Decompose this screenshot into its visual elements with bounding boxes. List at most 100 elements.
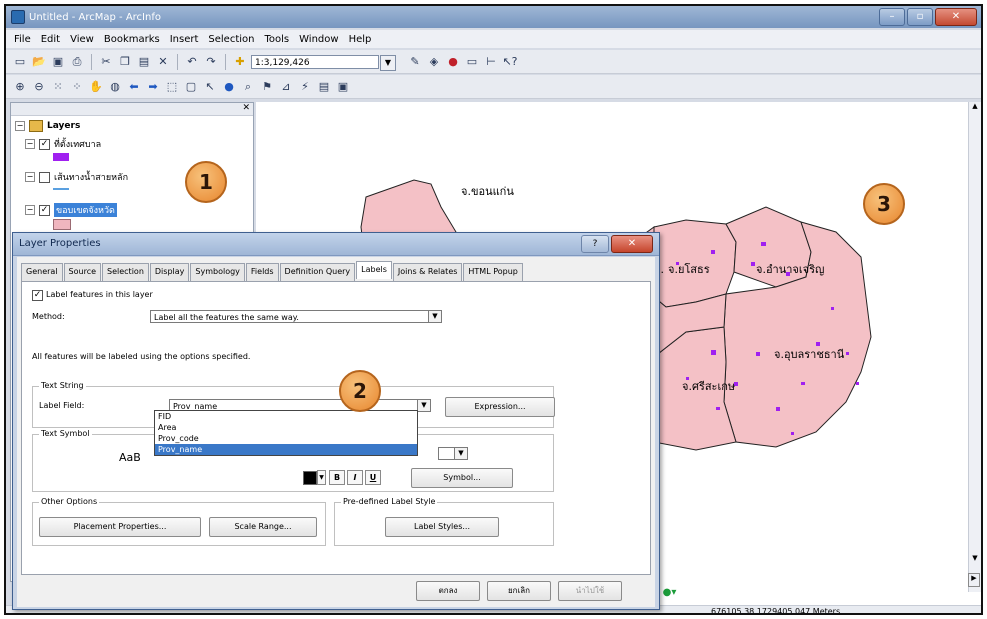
layer-visibility-checkbox[interactable]: ✓	[39, 204, 50, 216]
label-field-dropdown-icon[interactable]: ▼	[417, 400, 430, 411]
forward-icon[interactable]: ➡	[145, 79, 161, 95]
bold-button[interactable]: B	[329, 470, 345, 485]
expression-button[interactable]: Expression...	[445, 397, 555, 417]
delete-icon[interactable]: ✕	[155, 54, 171, 70]
method-dropdown-icon[interactable]: ▼	[428, 311, 441, 322]
field-option-area[interactable]: Area	[155, 422, 417, 433]
dialog-help-button[interactable]: ?	[581, 235, 609, 253]
map-scale-input[interactable]: 1:3,129,426 ▼	[251, 54, 396, 71]
minimize-button[interactable]: –	[879, 8, 905, 26]
menu-view[interactable]: View	[68, 34, 96, 45]
layer-visibility-checkbox[interactable]: ✓	[39, 138, 50, 150]
select-features-icon[interactable]: ⬚	[164, 79, 180, 95]
tab-source[interactable]: Source	[63, 263, 102, 281]
measure-icon[interactable]: ⊿	[278, 79, 294, 95]
menu-tools[interactable]: Tools	[263, 34, 292, 45]
collapse-icon[interactable]: −	[15, 121, 25, 131]
underline-button[interactable]: U	[365, 470, 381, 485]
apply-button[interactable]: นำไปใช้	[558, 581, 622, 601]
label-features-checkbox[interactable]: ✓	[32, 290, 43, 301]
symbol-button[interactable]: Symbol...	[411, 468, 513, 488]
menu-bookmarks[interactable]: Bookmarks	[102, 34, 162, 45]
label-styles-button[interactable]: Label Styles...	[385, 517, 499, 537]
new-document-icon[interactable]: ▭	[12, 54, 28, 70]
font-color-swatch[interactable]	[303, 471, 317, 485]
arccatalog-icon[interactable]: ◈	[426, 54, 442, 70]
fixed-zoom-out-icon[interactable]: ⁘	[69, 79, 85, 95]
fixed-zoom-in-icon[interactable]: ⁙	[50, 79, 66, 95]
layer-symbol-swatch[interactable]	[53, 188, 69, 190]
scale-range-button[interactable]: Scale Range...	[209, 517, 317, 537]
layer-symbol-swatch[interactable]	[53, 153, 69, 161]
menu-insert[interactable]: Insert	[168, 34, 201, 45]
full-extent-icon[interactable]: ◍	[107, 79, 123, 95]
save-icon[interactable]: ▣	[50, 54, 66, 70]
menu-edit[interactable]: Edit	[39, 34, 62, 45]
print-icon[interactable]: ⎙	[69, 54, 85, 70]
menu-help[interactable]: Help	[347, 34, 374, 45]
select-elements-icon[interactable]: ↖	[202, 79, 218, 95]
tab-selection[interactable]: Selection	[102, 263, 149, 281]
toc-root[interactable]: − Layers	[15, 120, 80, 132]
menu-selection[interactable]: Selection	[206, 34, 256, 45]
collapse-icon[interactable]: −	[25, 172, 35, 182]
toc-close-icon[interactable]: ✕	[242, 103, 250, 113]
italic-button[interactable]: I	[347, 470, 363, 485]
cut-icon[interactable]: ✂	[98, 54, 114, 70]
map-vertical-scrollbar[interactable]: ▲ ▼	[968, 102, 981, 592]
clear-selection-icon[interactable]: ▢	[183, 79, 199, 95]
menu-file[interactable]: File	[12, 34, 33, 45]
tab-html-popup[interactable]: HTML Popup	[463, 263, 523, 281]
layer-symbol-swatch[interactable]	[53, 219, 71, 230]
tab-symbology[interactable]: Symbology	[190, 263, 245, 281]
field-option-prov-name[interactable]: Prov_name	[155, 444, 417, 455]
placement-properties-button[interactable]: Placement Properties...	[39, 517, 201, 537]
whats-this-icon[interactable]: ↖?	[502, 54, 518, 70]
find-route-icon[interactable]: ⚑	[259, 79, 275, 95]
scroll-up-icon[interactable]: ▲	[969, 102, 981, 110]
field-option-prov-code[interactable]: Prov_code	[155, 433, 417, 444]
identify-icon[interactable]: ●	[221, 79, 237, 95]
tab-definition-query[interactable]: Definition Query	[279, 263, 356, 281]
tab-joins-relates[interactable]: Joins & Relates	[392, 263, 463, 281]
command-line-icon[interactable]: ▭	[464, 54, 480, 70]
tab-display[interactable]: Display	[149, 263, 190, 281]
dialog-close-button[interactable]: ✕	[611, 235, 653, 253]
open-icon[interactable]: 📂	[31, 54, 47, 70]
field-option-fid[interactable]: FID	[155, 411, 417, 422]
editor-toolbar-icon[interactable]: ✎	[407, 54, 423, 70]
font-color-dropdown-icon[interactable]: ▼	[317, 470, 326, 485]
layer-visibility-checkbox[interactable]	[39, 171, 50, 183]
font-size-select[interactable]: ▼	[438, 447, 468, 460]
tab-labels[interactable]: Labels	[356, 261, 392, 279]
paste-icon[interactable]: ▤	[136, 54, 152, 70]
create-viewer-icon[interactable]: ▣	[335, 79, 351, 95]
html-popup-icon[interactable]: ▤	[316, 79, 332, 95]
method-select[interactable]: Label all the features the same way. ▼	[150, 310, 442, 323]
scroll-down-icon[interactable]: ▼	[969, 554, 981, 562]
toc-layer-2[interactable]: − เส้นทางน้ำสายหลัก	[25, 170, 128, 184]
pan-icon[interactable]: ✋	[88, 79, 104, 95]
menu-window[interactable]: Window	[297, 34, 340, 45]
cancel-button[interactable]: ยกเลิก	[487, 581, 551, 601]
toc-layer-1[interactable]: − ✓ ที่ตั้งเทศบาล	[25, 137, 101, 151]
back-icon[interactable]: ⬅	[126, 79, 142, 95]
font-size-dropdown-icon[interactable]: ▼	[454, 448, 467, 459]
marker-color-icon[interactable]: ●▾	[663, 587, 677, 598]
toc-layer-3[interactable]: − ✓ ขอบเขตจังหวัด	[25, 203, 117, 217]
copy-icon[interactable]: ❐	[117, 54, 133, 70]
scroll-right-icon[interactable]: ▶	[968, 573, 980, 587]
undo-icon[interactable]: ↶	[184, 54, 200, 70]
zoom-in-icon[interactable]: ⊕	[12, 79, 28, 95]
close-button[interactable]: ✕	[935, 8, 977, 26]
tab-fields[interactable]: Fields	[245, 263, 279, 281]
tab-general[interactable]: General	[21, 263, 63, 281]
arctoolbox-icon[interactable]: ●	[445, 54, 461, 70]
collapse-icon[interactable]: −	[25, 205, 35, 215]
modelbuilder-icon[interactable]: ⊢	[483, 54, 499, 70]
add-data-icon[interactable]: ✚	[232, 54, 248, 70]
collapse-icon[interactable]: −	[25, 139, 35, 149]
scale-dropdown-icon[interactable]: ▼	[380, 54, 396, 71]
redo-icon[interactable]: ↷	[203, 54, 219, 70]
maximize-button[interactable]: ▫	[907, 8, 933, 26]
